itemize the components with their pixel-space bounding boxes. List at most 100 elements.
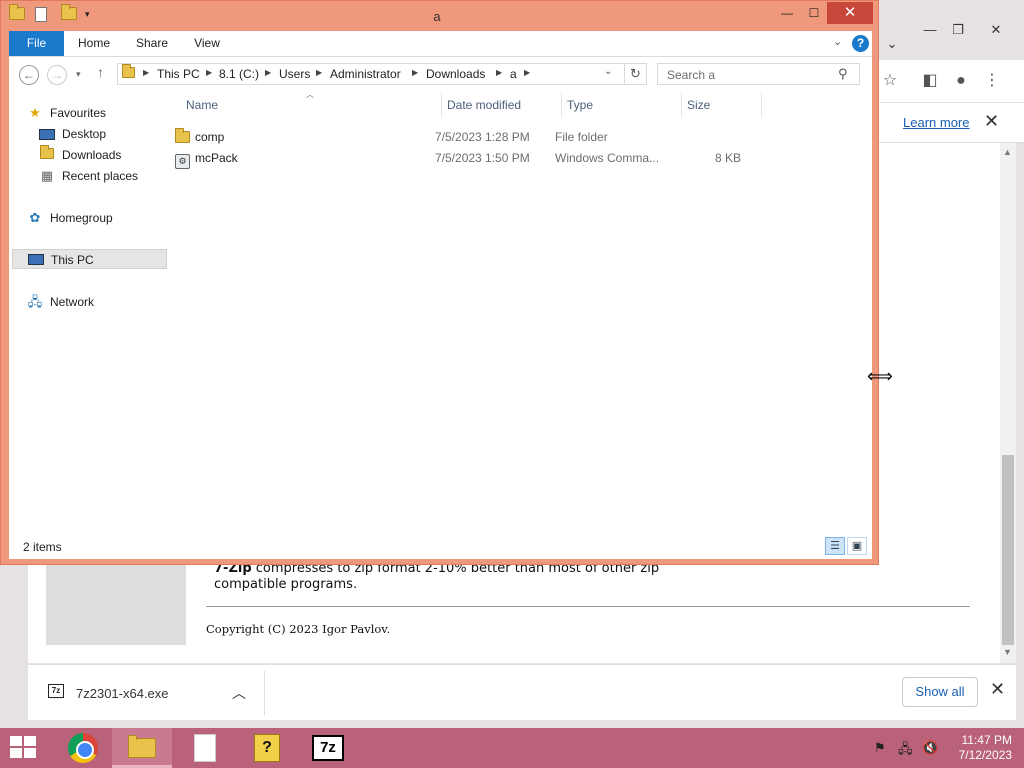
column-divider[interactable] xyxy=(561,93,562,117)
breadcrumb-arrow-icon[interactable]: ▶ xyxy=(316,68,322,77)
column-divider[interactable] xyxy=(441,93,442,117)
scrollbar-thumb[interactable] xyxy=(1002,455,1014,645)
volume-muted-icon[interactable]: 🔇 xyxy=(922,740,938,756)
breadcrumb-this-pc[interactable]: This PC xyxy=(157,67,200,81)
file-row[interactable]: ⚙ mcPack 7/5/2023 1:50 PM Windows Comma.… xyxy=(165,148,765,169)
column-header-type[interactable]: Type xyxy=(567,93,593,117)
bookmark-star-icon[interactable]: ☆ xyxy=(880,71,900,91)
breadcrumb-arrow-icon[interactable]: ▶ xyxy=(412,68,418,77)
browser-tabstrip: ⌄ — ❐ ✕ xyxy=(878,0,1024,60)
taskbar: ? 7z ⚑ 🖧 🔇 11:47 PM 7/12/2023 xyxy=(0,728,1024,768)
nav-item-desktop[interactable]: Desktop xyxy=(39,124,179,144)
expand-ribbon-chevron-icon[interactable]: ⌄ xyxy=(833,35,842,48)
nav-item-downloads[interactable]: Downloads xyxy=(39,145,179,165)
show-all-button[interactable]: Show all xyxy=(902,677,978,707)
breadcrumb-drive[interactable]: 8.1 (C:) xyxy=(219,67,259,81)
action-center-flag-icon[interactable]: ⚑ xyxy=(874,740,886,756)
refresh-icon[interactable]: ↻ xyxy=(624,64,646,84)
column-header-size[interactable]: Size xyxy=(687,93,710,117)
network-tray-icon[interactable]: 🖧 xyxy=(898,740,913,762)
details-view-icon[interactable]: ☰ xyxy=(825,537,845,555)
nav-item-recent-places[interactable]: ▦ Recent places xyxy=(39,166,179,186)
breadcrumb-arrow-icon[interactable]: ▶ xyxy=(206,68,212,77)
browser-close-button[interactable]: ✕ xyxy=(982,20,1010,40)
address-history-chevron-icon[interactable]: ⌄ xyxy=(604,66,612,77)
column-header-date-modified[interactable]: Date modified xyxy=(447,93,521,117)
downloads-bar-close-icon[interactable]: ✕ xyxy=(990,679,1005,700)
network-icon: 🖧 xyxy=(27,294,43,309)
side-panel-icon[interactable]: ◧ xyxy=(920,71,940,91)
forward-arrow-icon[interactable]: → xyxy=(47,65,67,85)
desktop-icon xyxy=(39,129,55,140)
profile-avatar-icon[interactable]: ● xyxy=(951,71,971,91)
address-folder-icon xyxy=(122,64,135,81)
download-item-name[interactable]: 7z2301-x64.exe xyxy=(76,686,169,701)
learn-more-link[interactable]: Learn more xyxy=(903,115,969,130)
column-header-name[interactable]: Name xyxy=(186,93,218,117)
nav-label: This PC xyxy=(51,253,94,267)
download-options-chevron-icon[interactable]: ︿ xyxy=(232,683,246,703)
scroll-up-arrow-icon[interactable]: ▲ xyxy=(1003,147,1012,157)
breadcrumb-administrator[interactable]: Administrator xyxy=(330,67,401,81)
taskbar-7zip[interactable]: 7z xyxy=(298,728,358,768)
scroll-down-arrow-icon[interactable]: ▼ xyxy=(1003,647,1012,657)
breadcrumb-downloads[interactable]: Downloads xyxy=(426,67,485,81)
start-windows-icon[interactable] xyxy=(10,736,38,760)
up-arrow-icon[interactable]: ↑ xyxy=(97,64,104,80)
search-icon[interactable]: ⚲ xyxy=(838,66,848,82)
nav-item-homegroup[interactable]: ✿ Homegroup xyxy=(27,208,167,228)
7z-file-icon: 7z xyxy=(48,684,64,698)
taskbar-file-explorer[interactable] xyxy=(112,728,172,768)
status-bar: 2 items ☰ ▣ xyxy=(9,533,872,559)
tab-view[interactable]: View xyxy=(185,31,229,56)
search-box[interactable]: Search a ⚲ xyxy=(657,63,860,85)
taskbar-chrome[interactable] xyxy=(52,728,112,768)
file-type: Windows Comma... xyxy=(555,151,660,165)
navigation-bar: ← → ▾ ↑ ▶ This PC ▶ 8.1 (C:) ▶ Users ▶ A… xyxy=(9,57,872,93)
recent-locations-chevron-icon[interactable]: ▾ xyxy=(76,69,81,80)
page-scrollbar[interactable]: ▲ ▼ xyxy=(1000,143,1016,663)
help-icon[interactable]: ? xyxy=(852,35,869,52)
maximize-button[interactable]: ☐ xyxy=(801,2,827,24)
column-divider[interactable] xyxy=(761,93,762,117)
explorer-titlebar[interactable]: ▾ a — ☐ ✕ xyxy=(1,1,878,31)
column-divider[interactable] xyxy=(681,93,682,117)
taskbar-help[interactable]: ? xyxy=(236,728,296,768)
explorer-body: File Home Share View ⌄ ? ← → ▾ ↑ ▶ This … xyxy=(9,31,872,559)
file-size: 8 KB xyxy=(714,151,741,165)
tab-home[interactable]: Home xyxy=(71,31,117,56)
taskbar-document[interactable] xyxy=(174,728,234,768)
info-bar-close-icon[interactable]: ✕ xyxy=(984,111,999,132)
browser-restore-button[interactable]: ❐ xyxy=(944,20,972,40)
minimize-button[interactable]: — xyxy=(773,2,801,24)
file-type: File folder xyxy=(555,130,608,144)
file-name: comp xyxy=(195,130,225,144)
breadcrumb-a[interactable]: a xyxy=(510,67,517,81)
nav-item-this-pc[interactable]: This PC xyxy=(12,249,167,269)
back-arrow-icon[interactable]: ← xyxy=(19,65,39,85)
close-button[interactable]: ✕ xyxy=(827,2,873,24)
breadcrumb-users[interactable]: Users xyxy=(279,67,310,81)
page-divider xyxy=(206,606,970,607)
tab-file[interactable]: File xyxy=(9,31,64,56)
tab-share[interactable]: Share xyxy=(129,31,175,56)
breadcrumb-arrow-icon[interactable]: ▶ xyxy=(496,68,502,77)
clock[interactable]: 11:47 PM 7/12/2023 xyxy=(950,733,1012,763)
browser-minimize-button[interactable]: — xyxy=(916,20,944,40)
nav-item-favourites[interactable]: ★ Favourites xyxy=(27,103,167,123)
file-row[interactable]: comp 7/5/2023 1:28 PM File folder xyxy=(165,127,765,147)
large-icons-view-icon[interactable]: ▣ xyxy=(847,537,867,555)
file-date: 7/5/2023 1:50 PM xyxy=(435,151,530,165)
browser-menu-icon[interactable]: ⋮ xyxy=(982,71,1002,91)
breadcrumb-arrow-icon[interactable]: ▶ xyxy=(524,68,530,77)
address-bar[interactable]: ▶ This PC ▶ 8.1 (C:) ▶ Users ▶ Administr… xyxy=(117,63,647,85)
nav-label: Network xyxy=(50,295,95,309)
info-bar: Learn more ✕ xyxy=(878,103,1024,143)
page-description: 7-Zip compresses to zip format 2-10% bet… xyxy=(214,561,674,593)
homegroup-icon: ✿ xyxy=(29,210,41,225)
file-list: Name ︿ Date modified Type Size comp 7/5/… xyxy=(165,90,872,533)
breadcrumb-arrow-icon[interactable]: ▶ xyxy=(265,68,271,77)
tab-list-chevron-icon[interactable]: ⌄ xyxy=(878,34,906,54)
nav-item-network[interactable]: 🖧 Network xyxy=(27,292,167,312)
breadcrumb-arrow-icon[interactable]: ▶ xyxy=(143,68,149,77)
